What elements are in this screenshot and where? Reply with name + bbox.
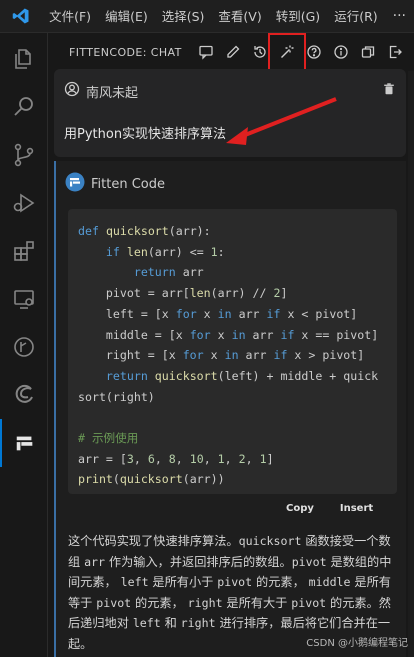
remote-explorer-icon[interactable] xyxy=(0,275,48,323)
assistant-name: Fitten Code xyxy=(91,176,165,192)
assistant-message-card: Fitten Code def quicksort(arr): if len(a… xyxy=(54,161,406,657)
code-block[interactable]: def quicksort(arr): if len(arr) <= 1: re… xyxy=(68,209,397,494)
inline-code: pivot xyxy=(291,554,327,569)
activity-bar xyxy=(0,33,48,657)
explanation-segment: 的元素， xyxy=(252,575,309,590)
explanation-segment: 是所有大于 xyxy=(222,595,292,610)
code-line: right = [x for x in arr if x > pivot] xyxy=(78,348,365,363)
git-graph-icon[interactable] xyxy=(0,323,48,371)
code-line: sort(right) xyxy=(78,389,155,404)
source-control-icon[interactable] xyxy=(0,131,48,179)
code-line: def quicksort(arr): xyxy=(78,224,211,238)
copy-window-icon[interactable] xyxy=(355,39,381,65)
insert-button[interactable]: Insert xyxy=(340,503,373,514)
trash-icon[interactable] xyxy=(382,81,396,100)
explanation-segment: 是所有小于 xyxy=(148,575,218,590)
assistant-header: Fitten Code xyxy=(65,172,165,196)
inline-code: right xyxy=(187,595,223,610)
user-message-card: 南风未起 用Python实现快速排序算法 xyxy=(54,69,406,157)
code-line: print(quicksort(arr)) xyxy=(78,472,225,487)
explanation-segment: 的元素， xyxy=(131,595,188,610)
code-line: middle = [x for x in arr if x == pivot] xyxy=(78,327,379,342)
user-header: 南风未起 xyxy=(64,81,138,101)
user-message-text: 用Python实现快速排序算法 xyxy=(64,127,227,142)
chat-panel: FITTENCODE: CHAT 南风未起 用Python实现快速排序算法 Fi… xyxy=(48,33,414,657)
fittencode-logo-icon xyxy=(65,172,85,196)
info-icon[interactable] xyxy=(328,39,354,65)
panel-header: FITTENCODE: CHAT xyxy=(48,33,414,71)
user-avatar-icon xyxy=(64,81,80,101)
panel-actions xyxy=(192,33,408,71)
menu-edit[interactable]: 编辑(E) xyxy=(98,0,155,33)
title-bar: 文件(F) 编辑(E) 选择(S) 查看(V) 转到(G) 运行(R) ··· xyxy=(0,0,414,33)
fittencode-icon[interactable] xyxy=(0,419,48,467)
code-line: if len(arr) <= 1: xyxy=(105,244,225,259)
menu-more-icon[interactable]: ··· xyxy=(385,0,414,33)
inline-code: pivot xyxy=(291,595,327,610)
explanation-segment: 作为输入，并返回排序后的数组。 xyxy=(105,554,292,569)
edge-devtools-icon[interactable] xyxy=(0,371,48,419)
history-icon[interactable] xyxy=(247,39,273,65)
watermark: CSDN @小鹅编程笔记 xyxy=(306,638,408,649)
comment-icon[interactable] xyxy=(193,39,219,65)
explorer-icon[interactable] xyxy=(0,35,48,83)
exit-icon[interactable] xyxy=(382,39,408,65)
inline-code: right xyxy=(180,616,216,631)
vscode-logo-icon xyxy=(0,0,42,33)
menu-view[interactable]: 查看(V) xyxy=(211,0,268,33)
code-actions: Copy Insert xyxy=(286,503,399,514)
code-line: arr = [3, 6, 8, 10, 1, 2, 1] xyxy=(78,451,274,466)
code-line: # 示例使用 xyxy=(78,431,139,446)
inline-code: arr xyxy=(84,554,106,569)
menu-bar: 文件(F) 编辑(E) 选择(S) 查看(V) 转到(G) 运行(R) ··· xyxy=(42,0,414,33)
explanation-segment: 这个代码实现了快速排序算法。 xyxy=(68,534,239,548)
inline-code: pivot xyxy=(217,575,253,590)
code-line: pivot = arr[len(arr) // 2] xyxy=(78,286,288,301)
explanation-segment: 和 xyxy=(160,616,181,631)
inline-code: left xyxy=(132,616,161,631)
menu-go[interactable]: 转到(G) xyxy=(269,0,327,33)
code-line: return quicksort(left) + middle + quick xyxy=(105,368,379,383)
inline-code: middle xyxy=(308,575,351,590)
panel-title: FITTENCODE: CHAT xyxy=(69,45,182,59)
menu-selection[interactable]: 选择(S) xyxy=(155,0,212,33)
copy-button[interactable]: Copy xyxy=(286,503,314,514)
scrollbar-track[interactable] xyxy=(408,71,414,657)
menu-file[interactable]: 文件(F) xyxy=(42,0,98,33)
code-line: left = [x for x in arr if x < pivot] xyxy=(78,306,358,321)
inline-code: left xyxy=(120,575,149,590)
user-name: 南风未起 xyxy=(86,85,139,101)
help-icon[interactable] xyxy=(301,39,327,65)
inline-code: quicksort xyxy=(238,534,302,548)
code-line: return arr xyxy=(133,265,204,280)
pencil-icon[interactable] xyxy=(220,39,246,65)
magic-wand-icon[interactable] xyxy=(268,33,306,71)
extensions-icon[interactable] xyxy=(0,227,48,275)
menu-run[interactable]: 运行(R) xyxy=(327,0,384,33)
run-debug-icon[interactable] xyxy=(0,179,48,227)
search-icon[interactable] xyxy=(0,83,48,131)
inline-code: pivot xyxy=(96,595,132,610)
